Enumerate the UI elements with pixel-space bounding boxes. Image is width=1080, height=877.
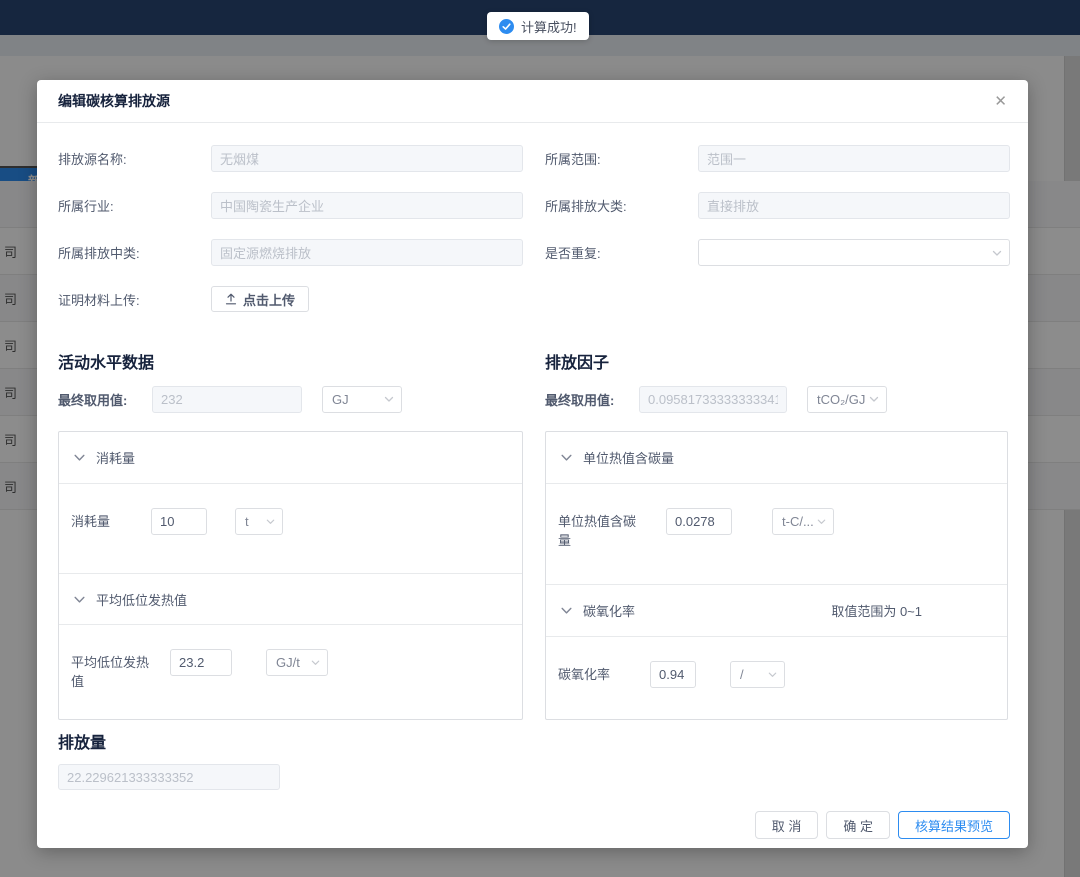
upload-button[interactable]: 点击上传 bbox=[211, 286, 309, 312]
consumption-input[interactable] bbox=[151, 508, 207, 535]
chevron-down-icon bbox=[383, 393, 395, 405]
form-right-column: 所属范围: 所属排放大类: 是否重复: bbox=[545, 145, 1010, 332]
heating-value-unit-select[interactable]: GJ/t bbox=[266, 649, 328, 676]
result-preview-button[interactable]: 核算结果预览 bbox=[898, 811, 1010, 839]
factor-final-input bbox=[639, 386, 787, 413]
industry-row: 所属行业: bbox=[58, 192, 523, 219]
factor-collapse-box: 单位热值含碳量 单位热值含碳量 t-C/... bbox=[545, 431, 1008, 720]
chevron-down-icon bbox=[73, 451, 86, 464]
activity-final-label: 最终取用值: bbox=[58, 390, 131, 409]
factor-final-label: 最终取用值: bbox=[545, 390, 618, 409]
duplicate-label: 是否重复: bbox=[545, 243, 698, 262]
activity-final-row: 最终取用值: GJ bbox=[58, 386, 523, 412]
scope-input bbox=[698, 145, 1010, 172]
success-toast: 计算成功! bbox=[487, 12, 589, 40]
factor-final-row: 最终取用值: tCO₂/GJ bbox=[545, 386, 1010, 412]
oxidation-rate-unit: / bbox=[740, 667, 767, 682]
chevron-down-icon bbox=[310, 657, 321, 668]
oxidation-rate-input[interactable] bbox=[650, 661, 696, 688]
chevron-down-icon bbox=[560, 451, 573, 464]
chevron-down-icon bbox=[816, 516, 827, 527]
chevron-down-icon bbox=[73, 593, 86, 606]
emission-result-input bbox=[58, 764, 280, 790]
upload-label: 证明材料上传: bbox=[58, 290, 211, 309]
mid-category-row: 所属排放中类: bbox=[58, 239, 523, 266]
dialog-footer: 取 消 确 定 核算结果预览 bbox=[755, 811, 1010, 839]
consumption-panel-body: 消耗量 t bbox=[59, 484, 522, 574]
carbon-content-panel-body: 单位热值含碳量 t-C/... bbox=[546, 484, 1007, 585]
consumption-unit-select[interactable]: t bbox=[235, 508, 283, 535]
oxidation-rate-label: 碳氧化率 bbox=[558, 661, 650, 684]
dialog-body: 排放源名称: 所属行业: 所属排放中类: 证明材料上传: bbox=[37, 123, 1028, 848]
consumption-panel-title: 消耗量 bbox=[96, 448, 135, 467]
duplicate-select[interactable] bbox=[698, 239, 1010, 266]
scope-label: 所属范围: bbox=[545, 149, 698, 168]
cancel-button[interactable]: 取 消 bbox=[755, 811, 819, 839]
activity-unit-select[interactable]: GJ bbox=[322, 386, 402, 413]
mid-category-label: 所属排放中类: bbox=[58, 243, 211, 262]
form-left-column: 排放源名称: 所属行业: 所属排放中类: 证明材料上传: bbox=[58, 145, 523, 332]
source-name-row: 排放源名称: bbox=[58, 145, 523, 172]
major-category-label: 所属排放大类: bbox=[545, 196, 698, 215]
upload-button-label: 点击上传 bbox=[243, 290, 295, 309]
heating-value-input[interactable] bbox=[170, 649, 232, 676]
oxidation-rate-unit-select[interactable]: / bbox=[730, 661, 785, 688]
oxidation-rate-panel-title: 碳氧化率 bbox=[583, 601, 635, 620]
consumption-unit-value: t bbox=[245, 514, 265, 529]
source-name-input bbox=[211, 145, 523, 172]
dialog-title: 编辑碳核算排放源 bbox=[58, 91, 170, 111]
chevron-down-icon bbox=[560, 604, 573, 617]
upload-icon bbox=[225, 293, 237, 305]
basic-info-form: 排放源名称: 所属行业: 所属排放中类: 证明材料上传: bbox=[58, 145, 1010, 332]
close-icon[interactable]: ✕ bbox=[994, 94, 1007, 109]
major-category-row: 所属排放大类: bbox=[545, 192, 1010, 219]
confirm-button[interactable]: 确 定 bbox=[826, 811, 890, 839]
activity-section-title: 活动水平数据 bbox=[58, 349, 523, 367]
upload-row: 证明材料上传: 点击上传 bbox=[58, 286, 523, 312]
activity-final-input bbox=[152, 386, 302, 413]
check-circle-icon bbox=[499, 19, 514, 34]
carbon-content-panel-title: 单位热值含碳量 bbox=[583, 448, 674, 467]
data-sections: 活动水平数据 最终取用值: GJ bbox=[58, 332, 1010, 720]
activity-unit-value: GJ bbox=[332, 392, 383, 407]
chevron-down-icon bbox=[991, 247, 1003, 259]
oxidation-rate-range-note: 取值范围为 0~1 bbox=[831, 601, 922, 620]
factor-section: 排放因子 最终取用值: tCO₂/GJ bbox=[545, 332, 1010, 720]
chevron-down-icon bbox=[767, 669, 778, 680]
edit-emission-source-dialog: 编辑碳核算排放源 ✕ 排放源名称: 所属行业: 所属排放中类: 证明材 bbox=[37, 80, 1028, 848]
source-name-label: 排放源名称: bbox=[58, 149, 211, 168]
heating-value-unit: GJ/t bbox=[276, 655, 310, 670]
carbon-content-panel-header[interactable]: 单位热值含碳量 bbox=[546, 432, 1007, 484]
heating-value-panel-body: 平均低位发热值 GJ/t bbox=[59, 625, 522, 720]
industry-label: 所属行业: bbox=[58, 196, 211, 215]
heating-value-panel-header[interactable]: 平均低位发热值 bbox=[59, 573, 522, 625]
chevron-down-icon bbox=[868, 393, 880, 405]
mid-category-input bbox=[211, 239, 523, 266]
activity-collapse-box: 消耗量 消耗量 t bbox=[58, 431, 523, 720]
chevron-down-icon bbox=[265, 516, 276, 527]
carbon-content-unit-select[interactable]: t-C/... bbox=[772, 508, 834, 535]
oxidation-rate-panel-body: 碳氧化率 / bbox=[546, 637, 1007, 720]
major-category-input bbox=[698, 192, 1010, 219]
activity-section: 活动水平数据 最终取用值: GJ bbox=[58, 332, 523, 720]
carbon-content-unit: t-C/... bbox=[782, 514, 816, 529]
duplicate-row: 是否重复: bbox=[545, 239, 1010, 266]
factor-unit-value: tCO₂/GJ bbox=[817, 392, 868, 407]
heating-value-label: 平均低位发热值 bbox=[71, 649, 170, 691]
toast-message: 计算成功! bbox=[521, 17, 577, 36]
carbon-content-label: 单位热值含碳量 bbox=[558, 508, 666, 550]
consumption-label: 消耗量 bbox=[71, 508, 151, 531]
scope-row: 所属范围: bbox=[545, 145, 1010, 172]
oxidation-rate-panel-header[interactable]: 碳氧化率 取值范围为 0~1 bbox=[546, 584, 1007, 637]
dialog-header: 编辑碳核算排放源 ✕ bbox=[37, 80, 1028, 123]
factor-unit-select[interactable]: tCO₂/GJ bbox=[807, 386, 887, 413]
emission-section-title: 排放量 bbox=[58, 729, 1010, 753]
heating-value-panel-title: 平均低位发热值 bbox=[96, 590, 187, 609]
carbon-content-input[interactable] bbox=[666, 508, 732, 535]
industry-input bbox=[211, 192, 523, 219]
consumption-panel-header[interactable]: 消耗量 bbox=[59, 432, 522, 484]
factor-section-title: 排放因子 bbox=[545, 349, 1010, 367]
